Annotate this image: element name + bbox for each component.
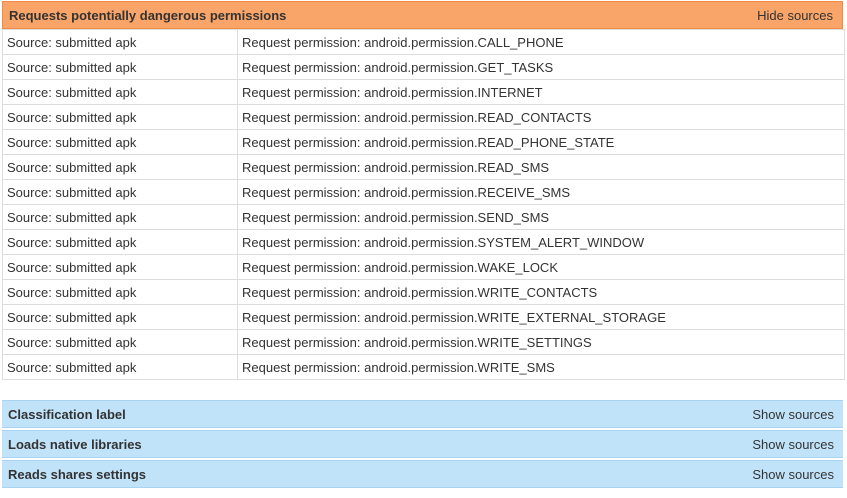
source-cell: Source: submitted apk: [2, 254, 238, 280]
permission-cell: Request permission: android.permission.I…: [237, 79, 845, 105]
table-row: Source: submitted apk Request permission…: [2, 179, 845, 205]
loads-native-libraries-header: Loads native libraries Show sources: [2, 430, 843, 458]
table-row: Source: submitted apk Request permission…: [2, 79, 845, 105]
source-cell: Source: submitted apk: [2, 54, 238, 80]
permission-cell: Request permission: android.permission.R…: [237, 154, 845, 180]
show-sources-link[interactable]: Show sources: [752, 467, 834, 482]
table-row: Source: submitted apk Request permission…: [2, 229, 845, 255]
source-cell: Source: submitted apk: [2, 79, 238, 105]
table-row: Source: submitted apk Request permission…: [2, 129, 845, 155]
section-title: Requests potentially dangerous permissio…: [9, 7, 287, 23]
source-cell: Source: submitted apk: [2, 354, 238, 380]
table-row: Source: submitted apk Request permission…: [2, 354, 845, 380]
source-cell: Source: submitted apk: [2, 129, 238, 155]
source-cell: Source: submitted apk: [2, 154, 238, 180]
dangerous-permissions-header: Requests potentially dangerous permissio…: [2, 1, 843, 29]
permission-cell: Request permission: android.permission.R…: [237, 129, 845, 155]
permission-cell: Request permission: android.permission.G…: [237, 54, 845, 80]
table-row: Source: submitted apk Request permission…: [2, 304, 845, 330]
permission-cell: Request permission: android.permission.W…: [237, 279, 845, 305]
table-row: Source: submitted apk Request permission…: [2, 204, 845, 230]
source-cell: Source: submitted apk: [2, 29, 238, 55]
table-row: Source: submitted apk Request permission…: [2, 254, 845, 280]
hide-sources-link[interactable]: Hide sources: [757, 8, 833, 23]
permission-cell: Request permission: android.permission.S…: [237, 204, 845, 230]
source-cell: Source: submitted apk: [2, 104, 238, 130]
permission-cell: Request permission: android.permission.S…: [237, 229, 845, 255]
classification-label-header: Classification label Show sources: [2, 400, 843, 428]
section-title: Loads native libraries: [8, 436, 142, 452]
show-sources-link[interactable]: Show sources: [752, 437, 834, 452]
reads-shares-settings-header: Reads shares settings Show sources: [2, 460, 843, 488]
source-cell: Source: submitted apk: [2, 179, 238, 205]
table-row: Source: submitted apk Request permission…: [2, 54, 845, 80]
source-cell: Source: submitted apk: [2, 229, 238, 255]
permission-cell: Request permission: android.permission.W…: [237, 329, 845, 355]
permission-cell: Request permission: android.permission.C…: [237, 29, 845, 55]
permission-cell: Request permission: android.permission.W…: [237, 354, 845, 380]
section-title: Classification label: [8, 406, 126, 422]
source-cell: Source: submitted apk: [2, 279, 238, 305]
source-cell: Source: submitted apk: [2, 329, 238, 355]
source-cell: Source: submitted apk: [2, 204, 238, 230]
permission-cell: Request permission: android.permission.R…: [237, 179, 845, 205]
table-row: Source: submitted apk Request permission…: [2, 154, 845, 180]
table-row: Source: submitted apk Request permission…: [2, 104, 845, 130]
table-row: Source: submitted apk Request permission…: [2, 29, 845, 55]
section-title: Reads shares settings: [8, 466, 147, 482]
permission-cell: Request permission: android.permission.R…: [237, 104, 845, 130]
permissions-sources-table: Source: submitted apk Request permission…: [2, 29, 845, 380]
permission-cell: Request permission: android.permission.W…: [237, 254, 845, 280]
source-cell: Source: submitted apk: [2, 304, 238, 330]
permission-cell: Request permission: android.permission.W…: [237, 304, 845, 330]
table-row: Source: submitted apk Request permission…: [2, 279, 845, 305]
show-sources-link[interactable]: Show sources: [752, 407, 834, 422]
table-row: Source: submitted apk Request permission…: [2, 329, 845, 355]
